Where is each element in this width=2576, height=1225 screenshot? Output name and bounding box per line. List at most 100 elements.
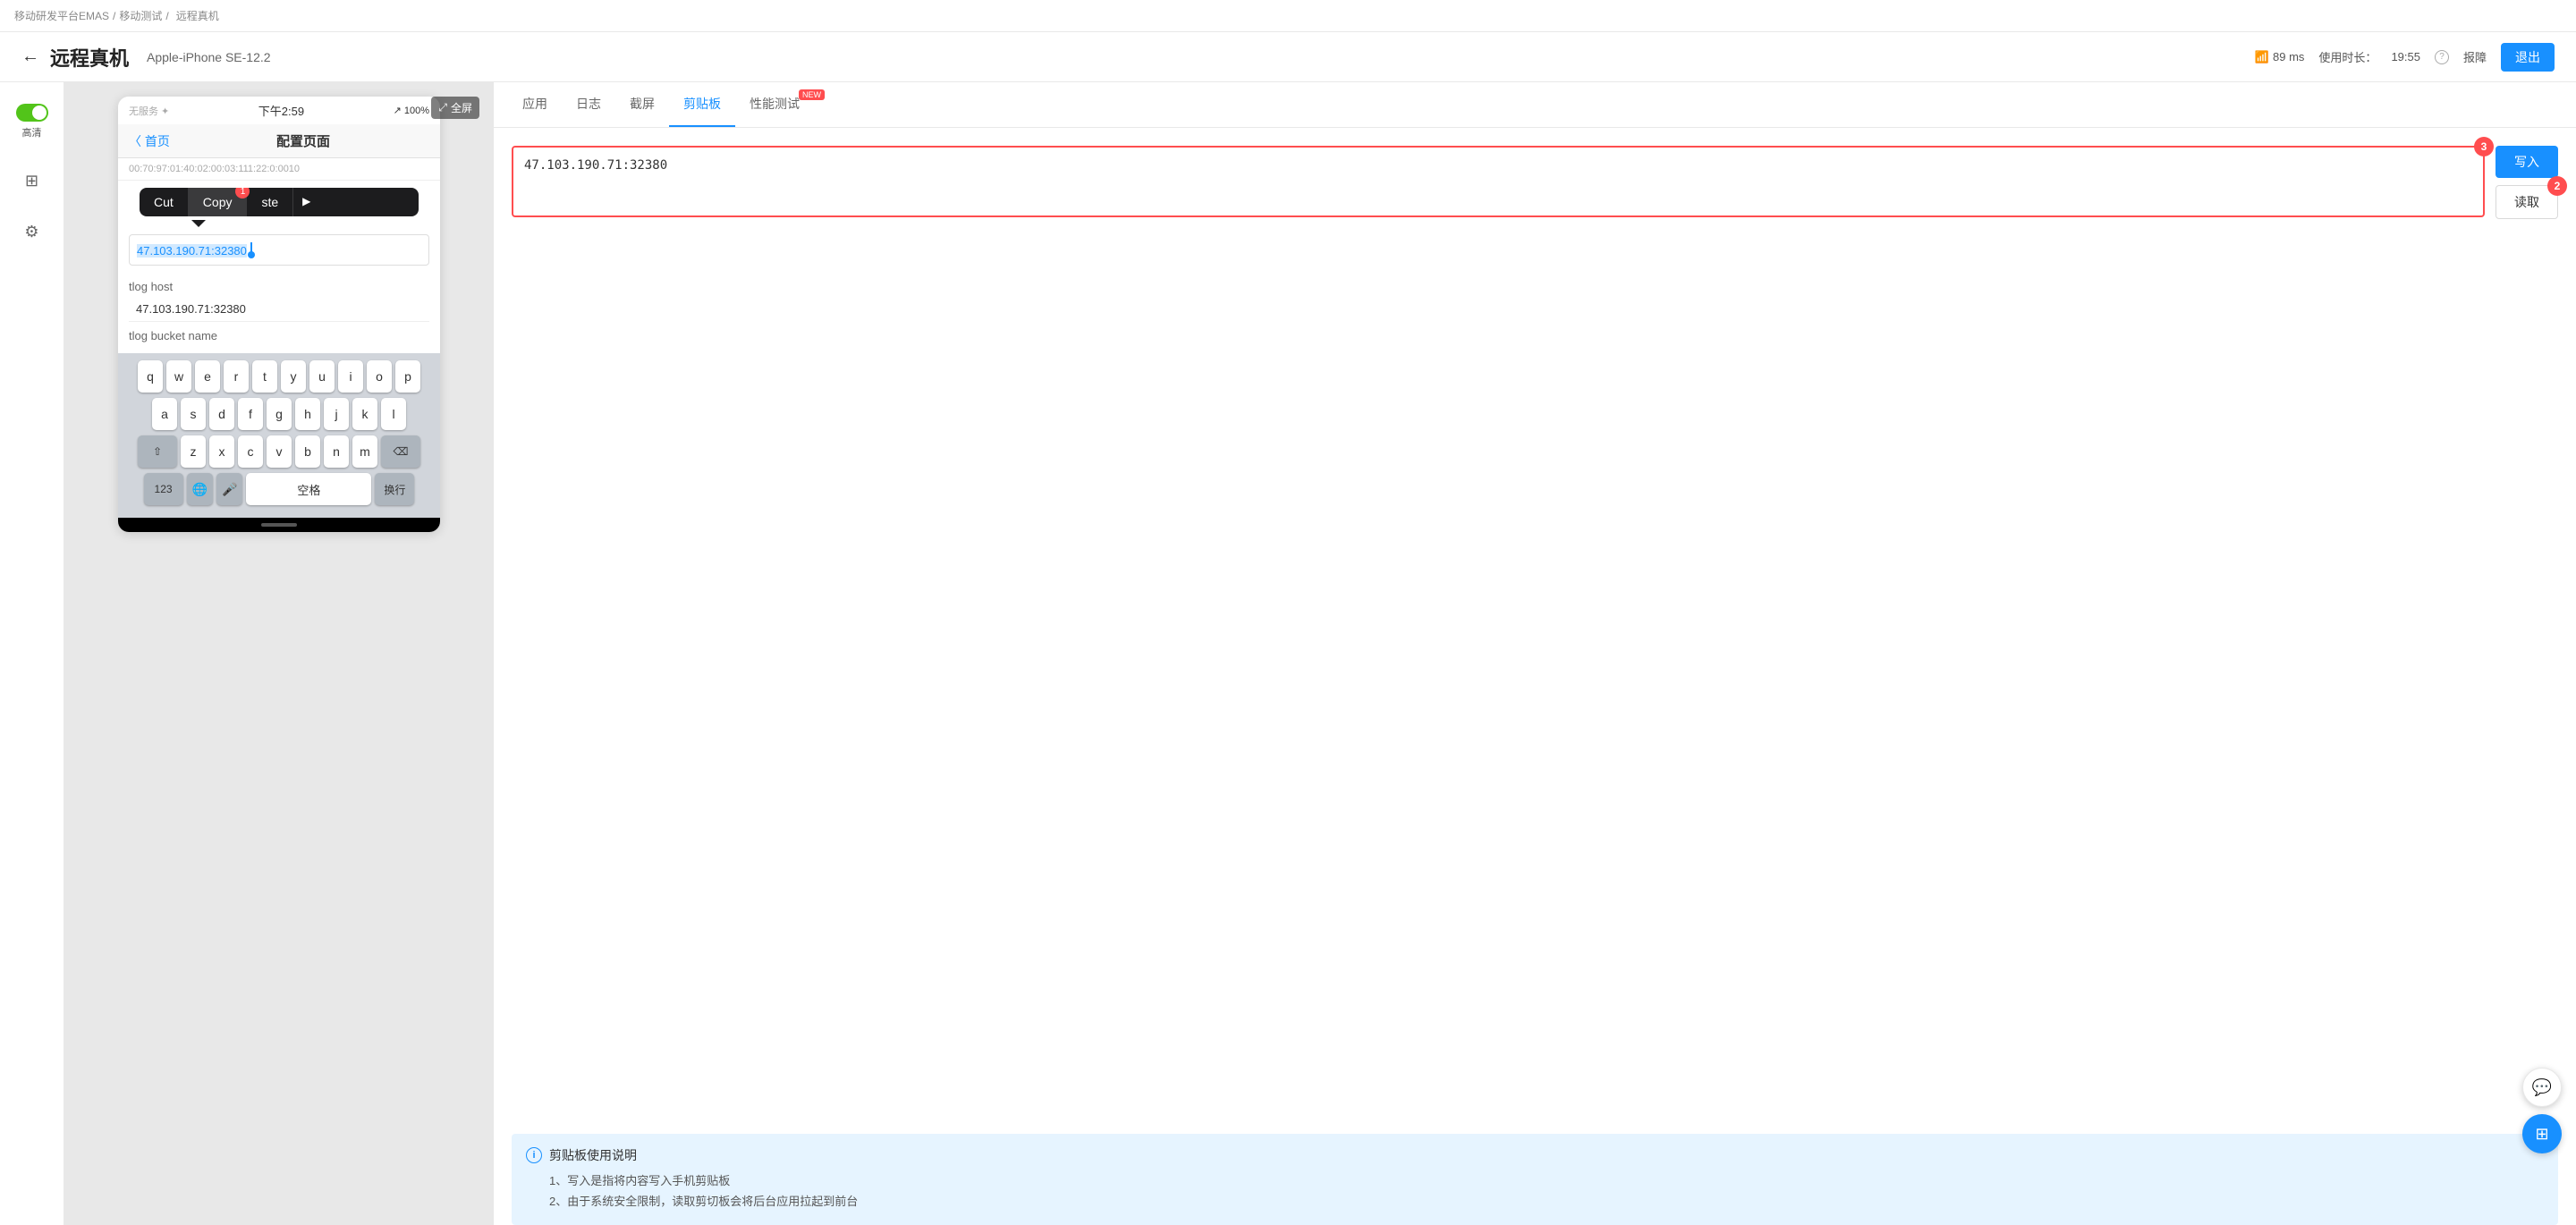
key-o[interactable]: o	[367, 360, 392, 393]
phone-status-left: 无服务 ✦	[129, 104, 169, 118]
content-area: 高清 ⊞ ⚙ › ⤢ 全屏 无服务 ✦ 下午2:59 ↗ 100% 〈 首页	[0, 82, 2576, 1225]
key-x[interactable]: x	[209, 435, 234, 468]
breadcrumb-mobile-test[interactable]: 移动测试	[119, 8, 162, 23]
key-y[interactable]: y	[281, 360, 306, 393]
key-f[interactable]: f	[238, 398, 263, 430]
floating-buttons: 💬 ⊞	[2522, 1068, 2562, 1153]
exit-button[interactable]: 退出	[2501, 43, 2555, 72]
sidebar-item-hd[interactable]: 高清	[9, 97, 55, 147]
tab-log[interactable]: 日志	[562, 82, 615, 127]
grid-icon: ⊞	[2535, 1125, 2548, 1144]
phone-nav-bar: 〈 首页 配置页面	[118, 124, 440, 158]
key-r[interactable]: r	[224, 360, 249, 393]
help-icon[interactable]: ?	[2435, 50, 2449, 64]
key-q[interactable]: q	[138, 360, 163, 393]
sidebar-item-split[interactable]: ⊞	[18, 165, 46, 198]
breadcrumb-emas[interactable]: 移动研发平台EMAS	[14, 8, 109, 23]
breadcrumb-bar: 移动研发平台EMAS / 移动测试 / 远程真机	[0, 0, 2576, 32]
key-globe[interactable]: 🌐	[187, 473, 213, 505]
usage-time: 19:55	[2391, 50, 2420, 63]
keyboard-row-4: 123 🌐 🎤 空格 换行	[122, 473, 436, 505]
config-value-0: 47.103.190.71:32380	[129, 297, 429, 322]
keyboard-area: q w e r t y u i o p a s d f g h	[118, 353, 440, 518]
hd-toggle[interactable]	[16, 104, 48, 122]
context-menu-paste[interactable]: ste	[247, 188, 293, 216]
clipboard-textarea[interactable]	[512, 146, 2485, 217]
clipboard-info-box: i 剪贴板使用说明 1、写入是指将内容写入手机剪贴板 2、由于系统安全限制，读取…	[512, 1134, 2558, 1225]
page-title: 远程真机	[50, 43, 129, 72]
tab-clipboard[interactable]: 剪贴板	[669, 82, 735, 127]
home-bar	[118, 518, 440, 532]
step-2-badge: 2	[2547, 176, 2567, 196]
key-a[interactable]: a	[152, 398, 177, 430]
info-title: 剪贴板使用说明	[549, 1146, 637, 1164]
hd-label: 高清	[22, 125, 42, 139]
keyboard-row-2: a s d f g h j k l	[122, 398, 436, 430]
tab-app[interactable]: 应用	[508, 82, 562, 127]
phone-status-bar: 无服务 ✦ 下午2:59 ↗ 100%	[118, 97, 440, 124]
key-w[interactable]: w	[166, 360, 191, 393]
key-n[interactable]: n	[324, 435, 349, 468]
key-h[interactable]: h	[295, 398, 320, 430]
settings-icon: ⚙	[24, 223, 38, 241]
home-indicator	[261, 523, 297, 527]
key-z[interactable]: z	[181, 435, 206, 468]
signal-value: 89 ms	[2273, 50, 2304, 63]
step-3-badge: 3	[2474, 137, 2494, 156]
key-d[interactable]: d	[209, 398, 234, 430]
key-shift[interactable]: ⇧	[138, 435, 177, 468]
chat-button[interactable]: 💬	[2522, 1068, 2562, 1107]
key-p[interactable]: p	[395, 360, 420, 393]
tab-perf[interactable]: 性能测试 NEW	[735, 82, 826, 127]
key-u[interactable]: u	[309, 360, 335, 393]
key-s[interactable]: s	[181, 398, 206, 430]
report-button[interactable]: 报障	[2463, 48, 2487, 65]
phone-frame: 无服务 ✦ 下午2:59 ↗ 100% 〈 首页 配置页面 00:70:97:0…	[118, 97, 440, 532]
config-label-0: tlog host	[129, 280, 429, 293]
write-button[interactable]: 写入	[2496, 146, 2558, 178]
fullscreen-icon: ⤢	[438, 101, 447, 114]
context-menu-cut[interactable]: Cut	[140, 188, 189, 216]
key-return[interactable]: 换行	[375, 473, 414, 505]
wifi-icon: 📶	[2255, 50, 2269, 64]
key-v[interactable]: v	[267, 435, 292, 468]
key-k[interactable]: k	[352, 398, 377, 430]
key-j[interactable]: j	[324, 398, 349, 430]
url-bar: 00:70:97:01:40:02:00:03:111:22:0:0010	[118, 158, 440, 181]
phone-status-right: ↗ 100%	[394, 105, 429, 116]
phone-status-center: 下午2:59	[258, 102, 304, 119]
key-t[interactable]: t	[252, 360, 277, 393]
sidebar-item-settings[interactable]: ⚙	[17, 215, 46, 249]
keyboard-row-3: ⇧ z x c v b n m ⌫	[122, 435, 436, 468]
key-e[interactable]: e	[195, 360, 220, 393]
back-button[interactable]: ←	[21, 46, 39, 67]
info-item-1: 2、由于系统安全限制，读取剪切板会将后台应用拉起到前台	[526, 1192, 2544, 1209]
key-c[interactable]: c	[238, 435, 263, 468]
phone-selected-text[interactable]: 47.103.190.71:32380	[129, 234, 429, 266]
phone-container: ⤢ 全屏 无服务 ✦ 下午2:59 ↗ 100% 〈 首页 配置页面 00:70…	[64, 82, 494, 1225]
right-panel: 应用 日志 截屏 剪贴板 性能测试 NEW 3 写入 读取 2	[494, 82, 2576, 1225]
context-menu: Cut Copy 1 ste ▶	[140, 188, 419, 216]
key-b[interactable]: b	[295, 435, 320, 468]
key-g[interactable]: g	[267, 398, 292, 430]
key-space[interactable]: 空格	[246, 473, 371, 505]
context-menu-more[interactable]: ▶	[293, 188, 319, 216]
left-sidebar: 高清 ⊞ ⚙	[0, 82, 64, 1225]
info-icon: i	[526, 1147, 542, 1163]
key-mic[interactable]: 🎤	[216, 473, 242, 505]
perf-new-badge: NEW	[799, 89, 825, 100]
key-i[interactable]: i	[338, 360, 363, 393]
fullscreen-button[interactable]: ⤢ 全屏	[431, 97, 479, 119]
phone-nav-title: 配置页面	[177, 131, 429, 150]
key-m[interactable]: m	[352, 435, 377, 468]
context-menu-copy[interactable]: Copy 1	[189, 188, 248, 216]
device-name: Apple-iPhone SE-12.2	[147, 50, 271, 64]
phone-nav-back[interactable]: 〈 首页	[129, 132, 170, 150]
key-l[interactable]: l	[381, 398, 406, 430]
key-123[interactable]: 123	[144, 473, 183, 505]
split-icon: ⊞	[25, 172, 38, 190]
config-label-1: tlog bucket name	[129, 329, 429, 342]
key-delete[interactable]: ⌫	[381, 435, 420, 468]
tab-screenshot[interactable]: 截屏	[615, 82, 669, 127]
grid-button[interactable]: ⊞	[2522, 1114, 2562, 1153]
